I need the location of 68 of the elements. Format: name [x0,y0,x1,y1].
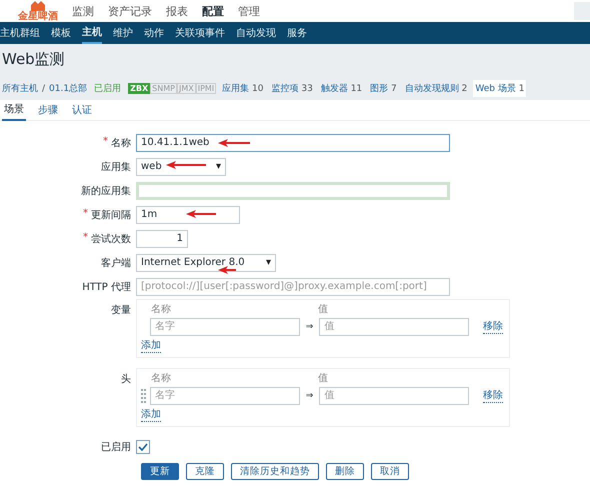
tab[interactable]: 步骤 [36,100,60,120]
sub-menu-item[interactable]: 关联项事件 [175,23,225,43]
field-label: 已启用 [101,440,131,454]
availability-badge: SNMP [150,83,177,94]
breadcrumb-link[interactable]: 所有主机 [2,82,38,95]
dropdown[interactable]: Internet Explorer 8.0 ▾ [136,254,276,272]
main-menu-item[interactable]: 监测 [72,4,94,18]
main-menu-item[interactable]: 管理 [238,4,260,18]
drag-handle-icon[interactable] [141,389,146,403]
add-link[interactable]: 添加 [141,340,161,353]
host-link[interactable]: 应用集 10 [220,80,266,97]
action-button[interactable]: 更新 [141,463,179,480]
remove-link[interactable]: 移除 [483,390,503,402]
host-link[interactable]: Web 场景 1 [473,80,526,97]
field-label: 更新间隔 [91,208,131,222]
arrow-text: ⇒ [304,391,314,401]
arrow-text: ⇒ [304,322,314,332]
sub-menu-item[interactable]: 动作 [144,23,164,43]
input-field[interactable]: 1 [136,230,188,248]
host-link[interactable]: 监控项 33 [270,80,315,97]
field-label: 尝试次数 [91,232,131,246]
input-field[interactable]: 1m [136,206,240,224]
field-label: 新的应用集 [81,184,131,198]
action-button[interactable]: 克隆 [186,463,224,480]
availability-badge: JMX [176,83,196,94]
field-label: 头 [121,372,131,386]
sub-menu-item[interactable]: 自动发现 [236,23,276,43]
action-button[interactable]: 删除 [326,463,364,480]
host-link[interactable]: 图形 7 [368,80,399,97]
main-menu-item[interactable]: 配置 [202,4,224,18]
required-mark: * [83,208,88,221]
action-button[interactable]: 清除历史和趋势 [231,463,319,480]
add-link[interactable]: 添加 [141,409,161,422]
host-link[interactable]: 触发器 11 [318,80,364,97]
required-mark: * [103,136,108,149]
input-field[interactable]: 10.41.1.1web [136,134,450,152]
breadcrumb-link[interactable]: 01.1总部 [49,82,88,95]
sub-menu-item[interactable]: 服务 [287,23,307,43]
check-icon [138,443,148,451]
column-header: 名称 [151,372,172,385]
main-menu-item[interactable]: 报表 [166,4,188,18]
dropdown[interactable]: web ▾ [136,158,226,176]
checkbox[interactable] [136,440,150,454]
availability-badge: IPMI [196,83,216,94]
action-button[interactable]: 取消 [371,463,409,480]
column-header: 名称 [151,303,172,316]
availability-badge: ZBX [128,83,150,94]
status-text: 已启用 [94,82,122,95]
field-label: 变量 [111,304,131,317]
sub-menu-item[interactable]: 维护 [113,23,133,43]
page-title: Web监测 [2,49,66,70]
field-label: 名称 [111,137,131,150]
sub-menu-item[interactable]: 主机群组 [0,23,40,43]
sub-menu-item[interactable]: 模板 [51,23,71,43]
input-field[interactable] [136,182,450,200]
remove-link[interactable]: 移除 [483,320,503,334]
field-label: 应用集 [101,160,131,174]
column-header: 值 [318,372,328,385]
logo-text: 金星啤酒 [18,10,58,22]
required-mark: * [83,232,88,245]
main-menu-item[interactable]: 资产记录 [108,4,152,18]
field-label: HTTP 代理 [82,281,131,294]
tab[interactable]: 场景 [2,99,26,121]
tab[interactable]: 认证 [70,100,94,120]
field-label: 客户端 [101,256,131,270]
column-header: 值 [318,303,328,316]
breadcrumb-separator: / [42,84,46,94]
host-link[interactable]: 自动发现规则 2 [402,80,470,97]
